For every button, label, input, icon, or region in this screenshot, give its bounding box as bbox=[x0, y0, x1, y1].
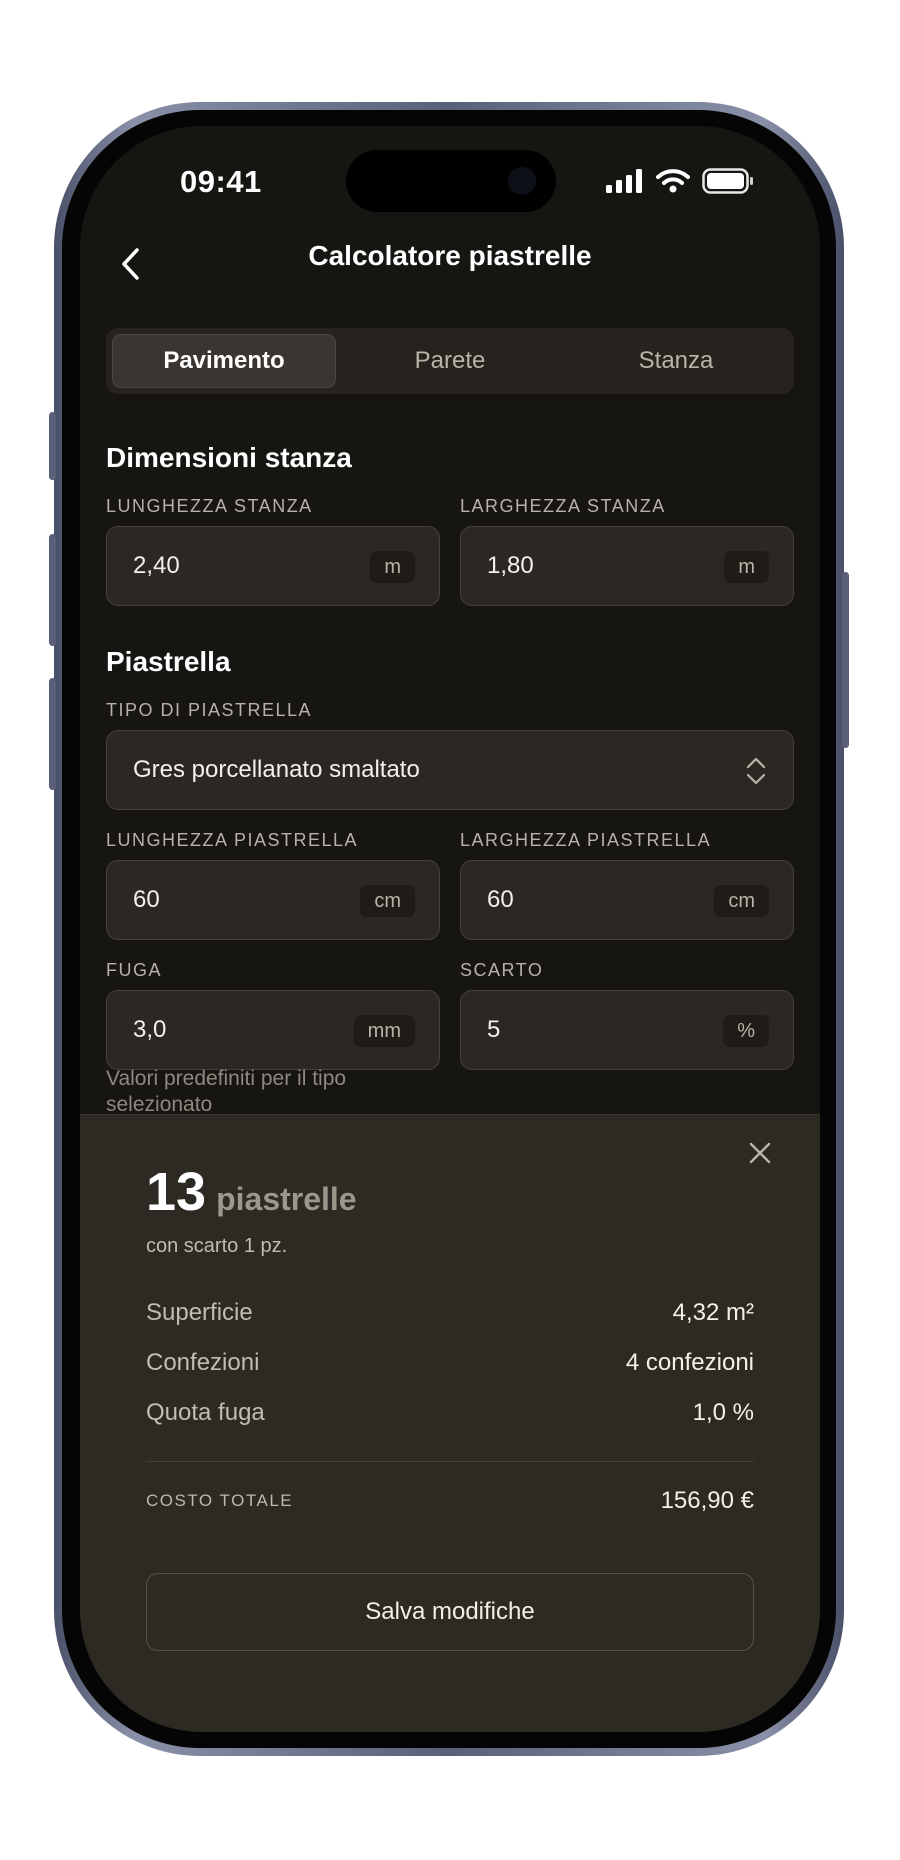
summary-row-surface: Superficie 4,32 m² bbox=[146, 1293, 754, 1333]
summary-label: Confezioni bbox=[146, 1349, 260, 1376]
tile-type-value: Gres porcellanato smaltato bbox=[133, 756, 420, 783]
tile-width-unit: cm bbox=[714, 885, 769, 917]
joint-value: 3,0 bbox=[133, 1016, 167, 1043]
summary-row-total: COSTO TOTALE 156,90 € bbox=[146, 1481, 754, 1521]
room-length-label: LUNGHEZZA STANZA bbox=[106, 496, 313, 516]
room-width-label: LARGHEZZA STANZA bbox=[460, 496, 666, 516]
signal-icon bbox=[606, 169, 642, 193]
tab-pavimento[interactable]: Pavimento bbox=[112, 334, 336, 388]
defaults-hint: Valori predefiniti per il tipo seleziona… bbox=[106, 1067, 347, 1116]
summary-row-packages: Confezioni 4 confezioni bbox=[146, 1343, 754, 1383]
summary-value: 1,0 % bbox=[692, 1399, 754, 1426]
room-length-field[interactable]: 2,40 m bbox=[106, 526, 440, 606]
tile-length-value: 60 bbox=[133, 886, 160, 913]
power-button bbox=[842, 572, 849, 748]
summary-value: 4,32 m² bbox=[672, 1299, 754, 1326]
tile-length-field[interactable]: 60 cm bbox=[106, 860, 440, 940]
section-title-room: Dimensioni stanza bbox=[106, 442, 352, 473]
tile-count: 13 bbox=[146, 1162, 207, 1222]
tab-parete[interactable]: Parete bbox=[338, 334, 562, 388]
tile-length-label: LUNGHEZZA PIASTRELLA bbox=[106, 830, 359, 850]
section-title-tile: Piastrella bbox=[106, 646, 231, 677]
room-width-field[interactable]: 1,80 m bbox=[460, 526, 794, 606]
wifi-icon bbox=[656, 169, 690, 193]
tile-width-value: 60 bbox=[487, 886, 514, 913]
battery-icon bbox=[702, 168, 753, 194]
screen: 09:41 Calcolatore piastrelle Pavimento P… bbox=[80, 126, 820, 1732]
room-width-unit: m bbox=[724, 551, 769, 583]
mode-segmented-control: Pavimento Parete Stanza bbox=[106, 328, 794, 394]
summary-label: Superficie bbox=[146, 1299, 253, 1326]
status-time: 09:41 bbox=[180, 164, 262, 199]
camera-icon bbox=[508, 167, 536, 195]
tile-count-unit: piastrelle bbox=[216, 1181, 357, 1217]
tile-type-label: TIPO DI PIASTRELLA bbox=[106, 700, 313, 720]
close-icon bbox=[749, 1142, 771, 1164]
summary-divider bbox=[146, 1461, 754, 1462]
result-subtitle: con scarto 1 pz. bbox=[146, 1235, 288, 1257]
summary-value: 4 confezioni bbox=[625, 1349, 754, 1376]
dynamic-island bbox=[346, 150, 556, 212]
room-length-unit: m bbox=[370, 551, 415, 583]
page-title: Calcolatore piastrelle bbox=[308, 240, 592, 271]
joint-label: FUGA bbox=[106, 960, 163, 980]
room-length-value: 2,40 bbox=[133, 552, 180, 579]
tile-length-unit: cm bbox=[360, 885, 415, 917]
tab-stanza[interactable]: Stanza bbox=[564, 334, 788, 388]
close-sheet-button[interactable] bbox=[744, 1137, 776, 1169]
summary-label: Quota fuga bbox=[146, 1399, 265, 1426]
action-button bbox=[49, 412, 56, 480]
tile-width-field[interactable]: 60 cm bbox=[460, 860, 794, 940]
waste-field[interactable]: 5 % bbox=[460, 990, 794, 1070]
volume-down-button bbox=[49, 678, 56, 790]
room-width-value: 1,80 bbox=[487, 552, 534, 579]
result-sheet: 13 piastrelle con scarto 1 pz. Superfici… bbox=[80, 1114, 820, 1732]
status-icons bbox=[606, 168, 754, 194]
chevron-up-down-icon bbox=[746, 757, 766, 785]
result-headline: 13 piastrelle bbox=[146, 1161, 357, 1223]
waste-unit: % bbox=[723, 1015, 769, 1047]
waste-label: SCARTO bbox=[460, 960, 544, 980]
total-cost-label: COSTO TOTALE bbox=[146, 1491, 294, 1510]
total-cost-value: 156,90 € bbox=[660, 1487, 754, 1514]
tile-type-select[interactable]: Gres porcellanato smaltato bbox=[106, 730, 794, 810]
tile-width-label: LARGHEZZA PIASTRELLA bbox=[460, 830, 712, 850]
joint-unit: mm bbox=[353, 1015, 415, 1047]
waste-value: 5 bbox=[487, 1016, 501, 1043]
summary-row-joint-share: Quota fuga 1,0 % bbox=[146, 1393, 754, 1433]
save-changes-button[interactable]: Salva modifiche bbox=[146, 1573, 754, 1651]
joint-field[interactable]: 3,0 mm bbox=[106, 990, 440, 1070]
volume-up-button bbox=[49, 534, 56, 646]
